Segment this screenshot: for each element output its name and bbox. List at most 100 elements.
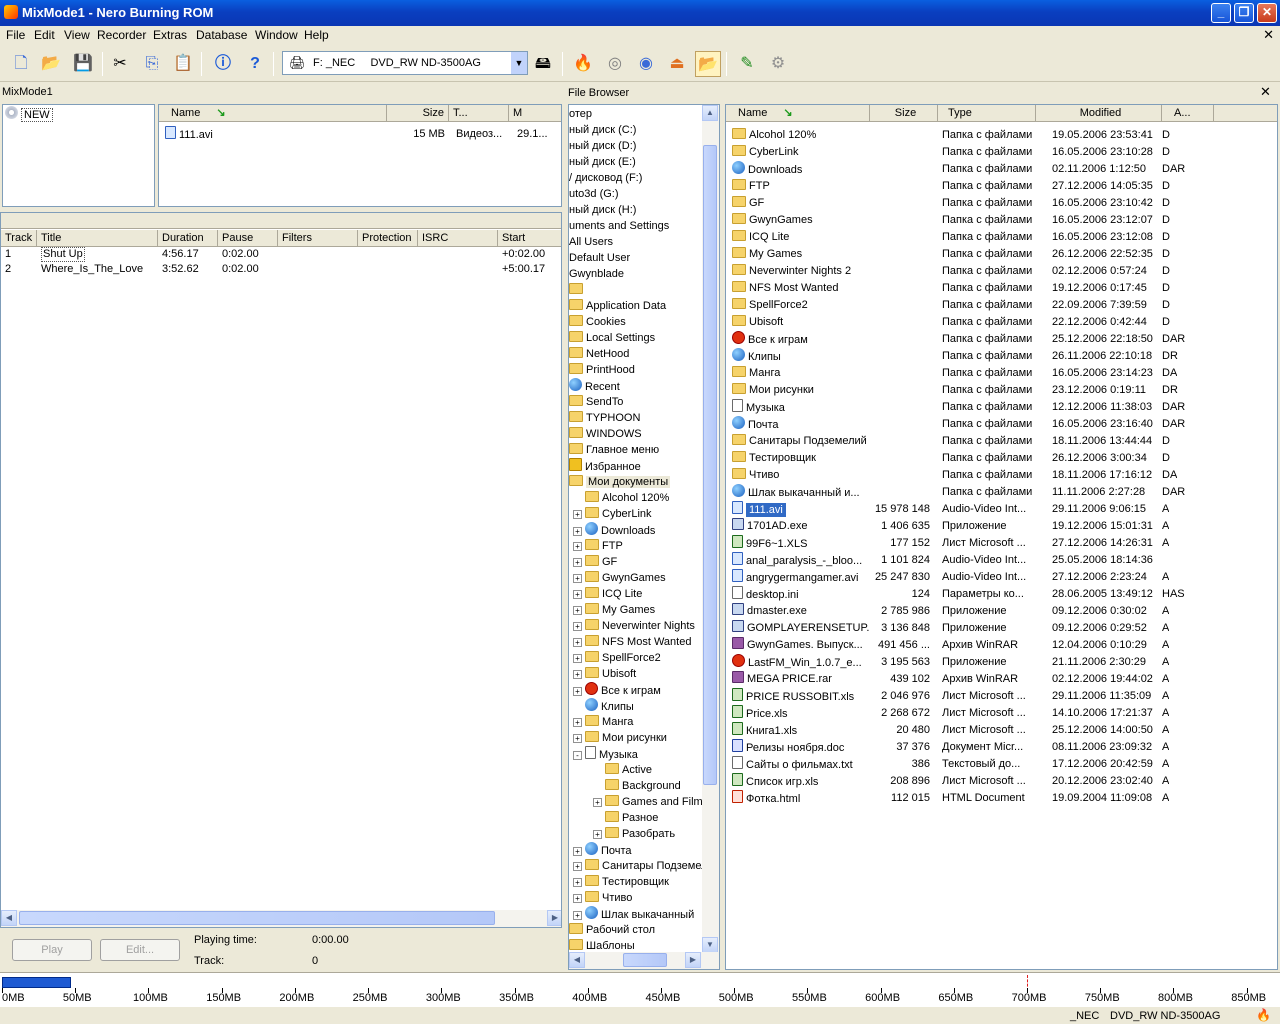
col-file-attr[interactable]: A... [1162, 105, 1214, 122]
tree-node[interactable]: - Музыка [573, 746, 638, 762]
paste-icon[interactable]: 📋 [170, 51, 196, 77]
expand-icon[interactable]: + [573, 542, 582, 551]
tree-node[interactable]: NetHood [569, 346, 629, 362]
edit-button[interactable]: Edit... [100, 939, 180, 961]
file-row[interactable]: 111.avi 15 978 148 Audio-Video Int... 29.11… [726, 501, 1276, 518]
tree-node[interactable]: + My Games [573, 602, 655, 618]
file-row[interactable]: NFS Most Wanted Папка с файлами 19.12.2006… [726, 280, 1276, 297]
tree-node[interactable]: + NFS Most Wanted [573, 634, 691, 650]
tree-node[interactable]: ный диск (E:) [569, 154, 636, 170]
file-row[interactable]: PRICE RUSSOBIT.xls 2 046 976 Лист Microsof… [726, 688, 1276, 705]
tree-node[interactable]: + Чтиво [573, 890, 632, 906]
file-row[interactable]: ICQ Lite Папка с файлами 16.05.2006 23:12:… [726, 229, 1276, 246]
tree-node[interactable]: + GwynGames [573, 570, 666, 586]
col-file-modified[interactable]: Modified [1036, 105, 1162, 122]
tools-icon[interactable]: ⚙ [765, 51, 791, 77]
expand-icon[interactable]: + [593, 798, 602, 807]
file-row[interactable]: Манга Папка с файлами 16.05.2006 23:14:23 D… [726, 365, 1276, 382]
file-row[interactable]: Музыка Папка с файлами 12.12.2006 11:38:03… [726, 399, 1276, 416]
file-row[interactable]: Сайты о фильмах.txt 386 Текстовый до... 17.… [726, 756, 1276, 773]
expand-icon[interactable]: + [573, 622, 582, 631]
tree-node[interactable]: Cookies [569, 314, 626, 330]
file-row[interactable]: CyberLink Папка с файлами 16.05.2006 23:10… [726, 144, 1276, 161]
recorder-select[interactable]: 🖨 F: _NEC DVD_RW ND-3500AG ▼ [282, 51, 528, 75]
col-filters[interactable]: Filters [278, 230, 358, 247]
tree-node[interactable]: TYPHOON [569, 410, 640, 426]
tree-node[interactable]: Local Settings [569, 330, 655, 346]
file-row[interactable]: Ubisoft Папка с файлами 22.12.2006 0:42:44… [726, 314, 1276, 331]
file-row[interactable]: Price.xls 2 268 672 Лист Microsoft ... 14.1… [726, 705, 1276, 722]
col-pause[interactable]: Pause [218, 230, 278, 247]
expand-icon[interactable]: + [573, 687, 582, 696]
new-icon[interactable]: 🗋 [8, 51, 34, 77]
tree-node[interactable]: Active [593, 762, 652, 778]
file-row[interactable]: 99F6~1.XLS 177 152 Лист Microsoft ... 27.12… [726, 535, 1276, 552]
mdi-close-icon[interactable]: ✕ [1263, 27, 1274, 43]
file-row[interactable]: Downloads Папка с файлами 02.11.2006 1:12:… [726, 161, 1276, 178]
track-hscrollbar[interactable]: ◀ ▶ [1, 910, 561, 927]
tree-node[interactable]: отер [569, 106, 592, 122]
col-duration[interactable]: Duration [158, 230, 218, 247]
tree-node[interactable]: + Санитары Подземелий [573, 858, 719, 874]
expand-icon[interactable]: + [573, 654, 582, 663]
tree-node[interactable]: + Манга [573, 714, 633, 730]
file-row[interactable]: Все к играм Папка с файлами 25.12.2006 22:… [726, 331, 1276, 348]
menu-help[interactable]: Help [304, 28, 329, 42]
file-row[interactable]: MEGA PRICE.rar 439 102 Архив WinRAR 02.12.2… [726, 671, 1276, 688]
folder-tree[interactable]: отер ный диск (C:) ный диск (D:) ный диск (… [568, 104, 720, 970]
tree-node[interactable]: + ICQ Lite [573, 586, 642, 602]
tree-node[interactable]: Alcohol 120% [573, 490, 669, 506]
tree-node[interactable]: + Шлак выкачанный [573, 906, 694, 922]
copy-disc-icon[interactable]: ◎ [602, 51, 628, 77]
tree-node[interactable]: + Games and Films [593, 794, 708, 810]
compilation-file-row[interactable]: 111.avi 15 MB Видеоз... 29.1... [165, 126, 561, 143]
open-icon[interactable]: 📂 [38, 51, 64, 77]
expand-icon[interactable]: + [573, 911, 582, 920]
play-button[interactable]: Play [12, 939, 92, 961]
expand-icon[interactable]: + [593, 830, 602, 839]
file-row[interactable]: Тестировщик Папка с файлами 26.12.2006 3:0… [726, 450, 1276, 467]
tree-node[interactable]: + Все к играм [573, 682, 661, 698]
expand-icon[interactable]: + [573, 847, 582, 856]
tree-node[interactable]: + Downloads [573, 522, 655, 538]
tree-node[interactable]: + FTP [573, 538, 623, 554]
col-name[interactable]: Name ↘ [159, 105, 387, 122]
menu-extras[interactable]: Extras [153, 28, 187, 42]
file-row[interactable]: Почта Папка с файлами 16.05.2006 23:16:40 D… [726, 416, 1276, 433]
tree-node[interactable]: ный диск (H:) [569, 202, 636, 218]
file-row[interactable]: GwynGames Папка с файлами 16.05.2006 23:12… [726, 212, 1276, 229]
file-row[interactable]: Фотка.html 112 015 HTML Document 19.09.2004… [726, 790, 1276, 807]
file-row[interactable]: Мои рисунки Папка с файлами 23.12.2006 0:1… [726, 382, 1276, 399]
tree-root[interactable]: NEW [5, 106, 53, 123]
collapse-icon[interactable]: - [573, 751, 582, 760]
col-size[interactable]: Size [387, 105, 449, 122]
expand-icon[interactable]: + [573, 510, 582, 519]
tree-node[interactable]: WINDOWS [569, 426, 642, 442]
tree-node[interactable]: + Мои рисунки [573, 730, 667, 746]
file-row[interactable]: Чтиво Папка с файлами 18.11.2006 17:16:12 D… [726, 467, 1276, 484]
tree-node[interactable]: Gwynblade [569, 266, 624, 282]
eject-icon[interactable]: ⏏ [664, 51, 690, 77]
col-track[interactable]: Track [1, 230, 37, 247]
info-icon[interactable]: ⓘ [210, 51, 236, 77]
tree-node[interactable]: All Users [569, 234, 613, 250]
tree-node[interactable]: Default User [569, 250, 630, 266]
tree-node[interactable] [569, 282, 586, 298]
tree-node[interactable]: PrintHood [569, 362, 635, 378]
col-title[interactable]: Title [37, 230, 158, 247]
file-row[interactable]: Список игр.xls 208 896 Лист Microsoft ... 2… [726, 773, 1276, 790]
tree-node[interactable]: ный диск (C:) [569, 122, 636, 138]
file-row[interactable]: Neverwinter Nights 2 Папка с файлами 02.12… [726, 263, 1276, 280]
menu-window[interactable]: Window [255, 28, 298, 42]
file-row[interactable]: Книга1.xls 20 480 Лист Microsoft ... 25.12.… [726, 722, 1276, 739]
col-file-name[interactable]: Name ↘ [726, 105, 870, 122]
tree-node[interactable]: + Neverwinter Nights [573, 618, 695, 634]
minimize-button[interactable]: _ [1211, 3, 1231, 23]
expand-icon[interactable]: + [573, 638, 582, 647]
copy-icon[interactable]: ⎘ [139, 51, 165, 77]
file-browser-icon[interactable]: 📂 [695, 51, 721, 77]
menu-edit[interactable]: Edit [34, 28, 55, 42]
compilation-files[interactable]: Name ↘ Size T... M 111.avi 15 MB Видеоз..… [158, 104, 562, 207]
expand-icon[interactable]: + [573, 894, 582, 903]
track-row[interactable]: 1 Shut Up 4:56.17 0:02.00 +0:02.00 [1, 247, 561, 262]
